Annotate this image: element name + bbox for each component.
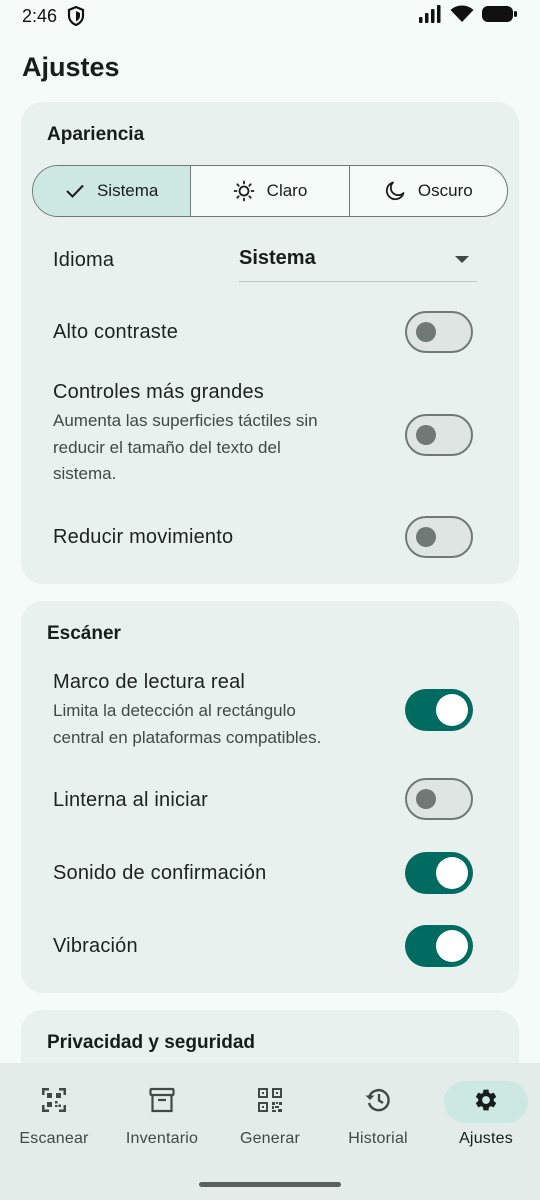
nav-label-scan: Escanear bbox=[19, 1130, 89, 1147]
moon-icon bbox=[384, 180, 406, 202]
theme-option-light[interactable]: Claro bbox=[191, 166, 350, 216]
toggle-knob bbox=[436, 857, 468, 889]
vibration-label: Vibración bbox=[53, 934, 138, 957]
reduce-motion-label: Reducir movimiento bbox=[53, 525, 234, 548]
vibration-toggle[interactable] bbox=[405, 925, 473, 967]
scanner-card: Escáner Marco de lectura real Limita la … bbox=[21, 601, 519, 993]
flashlight-toggle[interactable] bbox=[405, 778, 473, 820]
nav-item-scan[interactable]: Escanear bbox=[0, 1081, 108, 1148]
reduce-motion-toggle[interactable] bbox=[405, 516, 473, 558]
nav-label-history: Historial bbox=[348, 1130, 408, 1147]
qr-code-icon bbox=[257, 1087, 283, 1118]
larger-controls-description: Aumenta las superficies táctiles sin red… bbox=[53, 411, 318, 483]
toggle-knob bbox=[436, 930, 468, 962]
toggle-knob bbox=[416, 322, 436, 342]
scanner-title: Escáner bbox=[47, 623, 121, 644]
flashlight-label: Linterna al iniciar bbox=[53, 788, 208, 811]
archive-box-icon bbox=[148, 1086, 176, 1119]
qr-scanner-icon bbox=[40, 1086, 68, 1119]
theme-option-label: Sistema bbox=[96, 181, 159, 200]
toggle-knob bbox=[416, 527, 436, 547]
signal-icon bbox=[418, 4, 442, 28]
sun-icon bbox=[233, 180, 255, 202]
appearance-card: Apariencia Sistema Claro Oscuro Idioma S… bbox=[21, 102, 519, 584]
language-label: Idioma bbox=[53, 248, 115, 271]
bottom-navigation: Escanear Inventario Generar Historial Aj… bbox=[0, 1063, 540, 1200]
high-contrast-label: Alto contraste bbox=[53, 320, 179, 343]
toggle-knob bbox=[416, 425, 436, 445]
theme-option-label: Oscuro bbox=[417, 181, 473, 200]
theme-option-system[interactable]: Sistema bbox=[33, 166, 192, 216]
language-value: Sistema bbox=[239, 247, 316, 269]
dropdown-arrow-icon bbox=[455, 256, 469, 263]
real-frame-description: Limita la detección al rectángulo centra… bbox=[53, 701, 322, 747]
larger-controls-label: Controles más grandes bbox=[53, 381, 264, 403]
nav-item-settings[interactable]: Ajustes bbox=[432, 1081, 540, 1148]
nav-item-inventory[interactable]: Inventario bbox=[108, 1081, 216, 1148]
real-frame-toggle[interactable] bbox=[405, 689, 473, 731]
nav-label-inventory: Inventario bbox=[125, 1130, 199, 1147]
language-dropdown[interactable]: Sistema bbox=[239, 236, 477, 282]
toggle-knob bbox=[436, 694, 468, 726]
privacy-title: Privacidad y seguridad bbox=[47, 1032, 256, 1053]
wifi-icon bbox=[450, 5, 474, 28]
nav-label-generate: Generar bbox=[239, 1130, 301, 1147]
history-icon bbox=[364, 1086, 392, 1119]
nav-item-generate[interactable]: Generar bbox=[216, 1081, 324, 1148]
theme-option-label: Claro bbox=[266, 181, 308, 200]
gear-icon bbox=[473, 1087, 499, 1118]
theme-segmented-control[interactable]: Sistema Claro Oscuro bbox=[32, 165, 508, 217]
high-contrast-toggle[interactable] bbox=[405, 311, 473, 353]
real-frame-label: Marco de lectura real bbox=[53, 671, 246, 693]
status-bar: 2:46 bbox=[0, 0, 540, 32]
real-frame-row[interactable]: Marco de lectura real Limita la detecció… bbox=[53, 671, 379, 751]
nav-item-history[interactable]: Historial bbox=[324, 1081, 432, 1148]
battery-icon bbox=[482, 5, 518, 28]
status-time: 2:46 bbox=[22, 5, 58, 26]
nav-label-settings: Ajustes bbox=[459, 1130, 513, 1147]
home-indicator[interactable] bbox=[199, 1182, 341, 1187]
appearance-title: Apariencia bbox=[47, 124, 145, 145]
larger-controls-row[interactable]: Controles más grandes Aumenta las superf… bbox=[53, 381, 379, 488]
toggle-knob bbox=[416, 789, 436, 809]
theme-option-dark[interactable]: Oscuro bbox=[350, 166, 507, 216]
sound-label: Sonido de confirmación bbox=[53, 861, 267, 884]
settings-content[interactable]: Apariencia Sistema Claro Oscuro Idioma S… bbox=[21, 102, 519, 1130]
sound-toggle[interactable] bbox=[405, 852, 473, 894]
check-icon bbox=[65, 183, 85, 199]
page-title: Ajustes bbox=[22, 52, 120, 82]
shield-icon bbox=[67, 6, 85, 26]
larger-controls-toggle[interactable] bbox=[405, 414, 473, 456]
